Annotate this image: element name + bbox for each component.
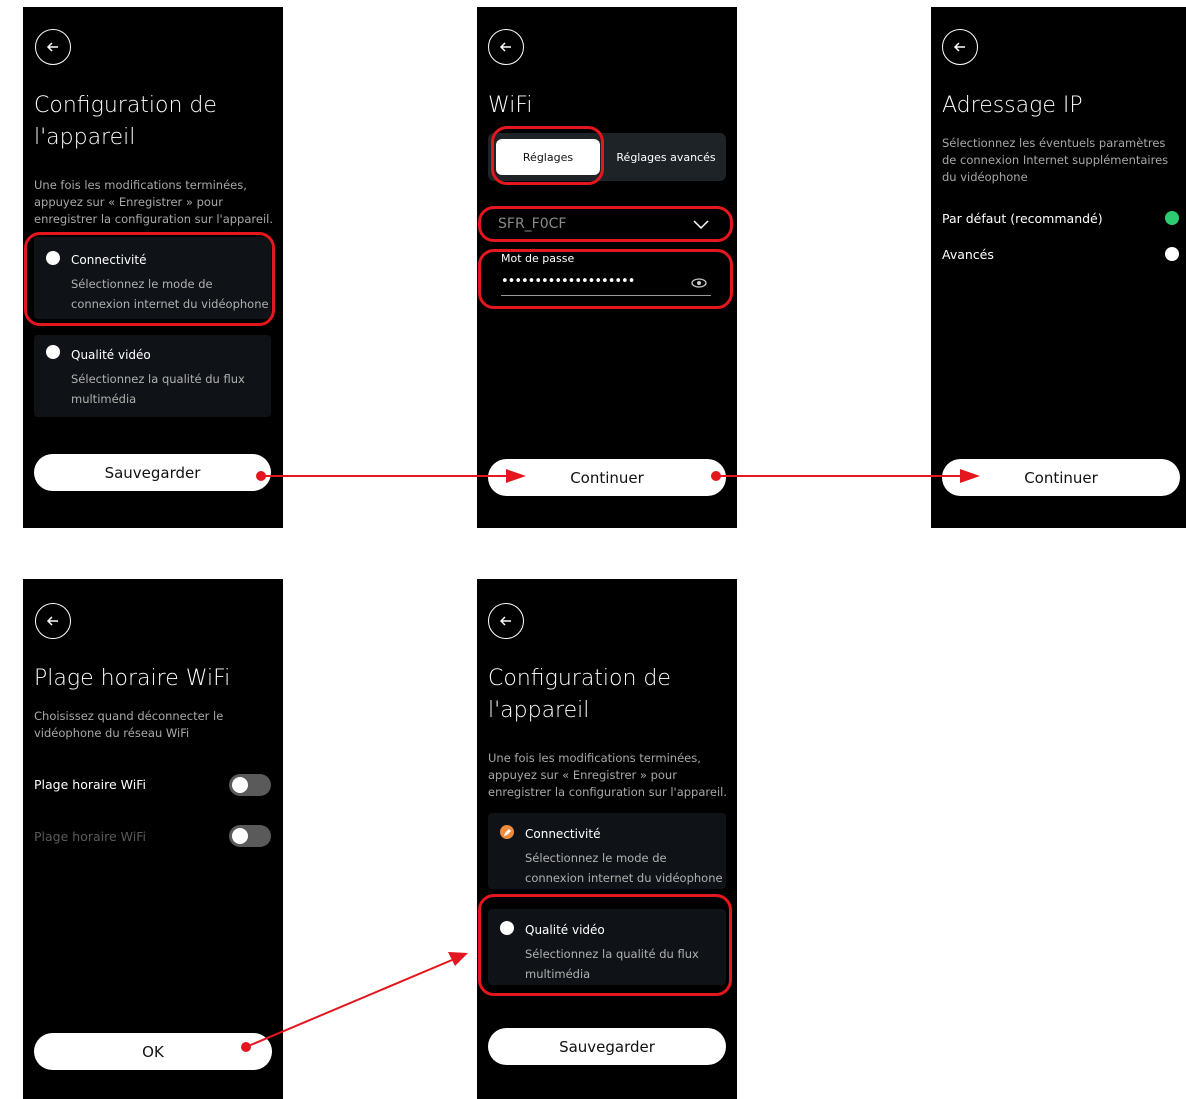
arrow-save-to-wifi xyxy=(256,469,526,483)
flow-arrows xyxy=(241,469,980,1052)
arrow-ok-to-config xyxy=(241,952,468,1052)
arrow-continue-to-ip xyxy=(711,469,980,483)
